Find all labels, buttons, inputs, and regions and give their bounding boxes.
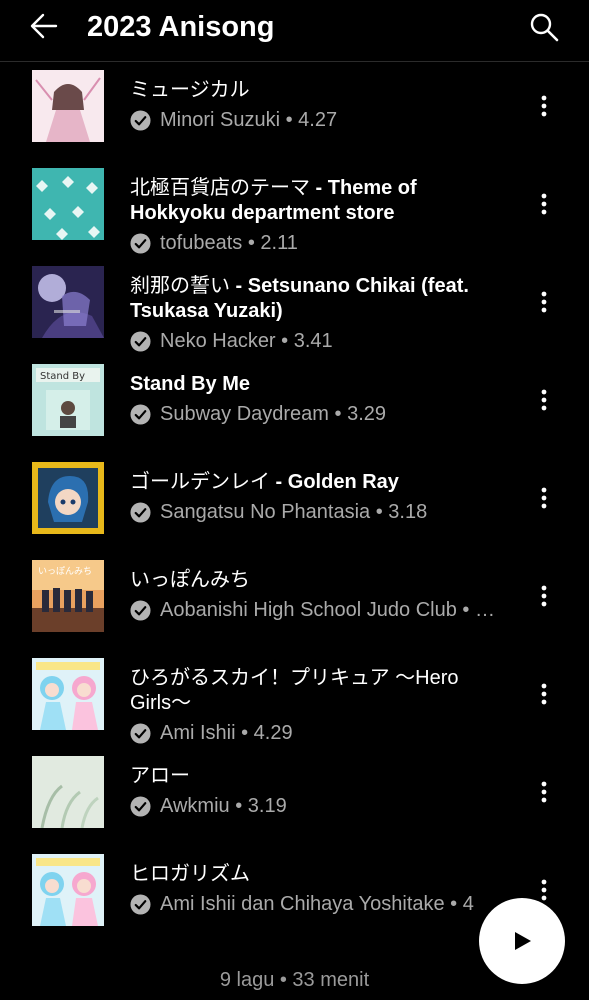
song-row[interactable]: ミュージカル Minori Suzuki • 4.27 bbox=[0, 70, 589, 168]
song-row[interactable]: 刹那の誓い - Setsunano Chikai (feat. Tsukasa … bbox=[0, 266, 589, 364]
song-title: ミュージカル bbox=[130, 78, 510, 103]
play-icon bbox=[515, 932, 531, 950]
arrow-left-icon bbox=[30, 13, 58, 39]
more-vertical-icon bbox=[541, 95, 547, 117]
search-icon bbox=[530, 13, 559, 42]
play-button[interactable] bbox=[479, 898, 565, 984]
song-title-jp: ゴールデンレイ bbox=[130, 471, 270, 493]
song-title: ひろがるスカイ！プリキュア 〜Hero Girls〜 bbox=[130, 666, 510, 716]
song-title: アロー bbox=[130, 764, 510, 789]
song-title-jp: いっぽんみち bbox=[130, 569, 250, 591]
song-text: 北極百貨店のテーマ - Theme of Hokkyoku department… bbox=[130, 176, 510, 255]
song-title-jp: アロー bbox=[130, 765, 190, 787]
song-title: Stand By Me bbox=[130, 372, 510, 397]
verified-check-icon bbox=[130, 330, 151, 352]
song-title-jp: 刹那の誓い bbox=[130, 275, 230, 297]
song-text: いっぽんみち Aobanishi High School Judo Club • … bbox=[130, 568, 510, 622]
more-options-button[interactable] bbox=[530, 484, 558, 512]
song-text: Stand By Me Subway Daydream • 3.29 bbox=[130, 372, 510, 426]
song-text: ミュージカル Minori Suzuki • 4.27 bbox=[130, 78, 510, 132]
more-options-button[interactable] bbox=[530, 92, 558, 120]
more-vertical-icon bbox=[541, 389, 547, 411]
more-options-button[interactable] bbox=[530, 778, 558, 806]
song-title-jp: ミュージカル bbox=[130, 79, 250, 101]
verified-check-icon bbox=[130, 403, 151, 425]
song-title: 刹那の誓い - Setsunano Chikai (feat. Tsukasa … bbox=[130, 274, 510, 324]
artist-duration: Ami Ishii dan Chihaya Yoshitake • 4 bbox=[160, 893, 474, 915]
song-meta: Ami Ishii • 4.29 bbox=[130, 721, 510, 745]
album-cover bbox=[32, 854, 104, 926]
album-cover bbox=[32, 462, 104, 534]
album-cover bbox=[32, 756, 104, 828]
more-vertical-icon bbox=[541, 683, 547, 705]
more-options-button[interactable] bbox=[530, 190, 558, 218]
song-row[interactable]: Stand By Stand By Me Subway Daydream • 3.2… bbox=[0, 364, 589, 462]
song-text: ヒロガリズム Ami Ishii dan Chihaya Yoshitake • … bbox=[130, 862, 510, 916]
album-cover bbox=[32, 658, 104, 730]
verified-check-icon bbox=[130, 795, 151, 817]
song-title: 北極百貨店のテーマ - Theme of Hokkyoku department… bbox=[130, 176, 510, 226]
svg-text:Stand By: Stand By bbox=[40, 371, 85, 382]
song-meta: Subway Daydream • 3.29 bbox=[130, 402, 510, 426]
more-vertical-icon bbox=[541, 193, 547, 215]
more-vertical-icon bbox=[541, 781, 547, 803]
artist-duration: Awkmiu • 3.19 bbox=[160, 795, 287, 817]
verified-check-icon bbox=[130, 599, 151, 621]
artist-duration: tofubeats • 2.11 bbox=[160, 232, 298, 254]
song-title: ゴールデンレイ - Golden Ray bbox=[130, 470, 510, 495]
more-vertical-icon bbox=[541, 585, 547, 607]
page-title: 2023 Anisong bbox=[87, 11, 275, 43]
artist-duration: Ami Ishii • 4.29 bbox=[160, 722, 293, 744]
song-text: 刹那の誓い - Setsunano Chikai (feat. Tsukasa … bbox=[130, 274, 510, 353]
app-header: 2023 Anisong bbox=[0, 0, 589, 62]
svg-text:いっぽんみち: いっぽんみち bbox=[38, 566, 92, 577]
song-meta: Minori Suzuki • 4.27 bbox=[130, 108, 510, 132]
more-vertical-icon bbox=[541, 879, 547, 901]
more-options-button[interactable] bbox=[530, 386, 558, 414]
more-vertical-icon bbox=[541, 291, 547, 313]
more-options-button[interactable] bbox=[530, 680, 558, 708]
artist-duration: Aobanishi High School Judo Club • … bbox=[160, 599, 495, 621]
song-meta: Ami Ishii dan Chihaya Yoshitake • 4 bbox=[130, 892, 510, 916]
song-text: ゴールデンレイ - Golden Ray Sangatsu No Phantasi… bbox=[130, 470, 510, 524]
song-row[interactable]: ひろがるスカイ！プリキュア 〜Hero Girls〜 Ami Ishii • 4.… bbox=[0, 658, 589, 756]
artist-duration: Subway Daydream • 3.29 bbox=[160, 403, 387, 425]
verified-check-icon bbox=[130, 501, 151, 523]
search-button[interactable] bbox=[527, 10, 561, 44]
song-meta: Awkmiu • 3.19 bbox=[130, 794, 510, 818]
song-meta: Neko Hacker • 3.41 bbox=[130, 329, 510, 353]
song-row[interactable]: 北極百貨店のテーマ - Theme of Hokkyoku department… bbox=[0, 168, 589, 266]
song-title-jp: ヒロガリズム bbox=[130, 863, 250, 885]
album-cover bbox=[32, 168, 104, 240]
verified-check-icon bbox=[130, 109, 151, 131]
artist-duration: Neko Hacker • 3.41 bbox=[160, 330, 333, 352]
song-title-en: - Golden Ray bbox=[270, 471, 399, 493]
song-title-jp: 北極百貨店のテーマ bbox=[130, 177, 310, 199]
artist-duration: Minori Suzuki • 4.27 bbox=[160, 109, 338, 131]
back-button[interactable] bbox=[28, 10, 60, 42]
song-meta: tofubeats • 2.11 bbox=[130, 231, 510, 255]
song-title-en: Stand By Me bbox=[130, 373, 251, 395]
album-cover bbox=[32, 266, 104, 338]
verified-check-icon bbox=[130, 893, 151, 915]
song-title-jp: ひろがるスカイ！プリキュア 〜Hero Girls〜 bbox=[130, 667, 459, 714]
song-row[interactable]: いっぽんみち いっぽんみち Aobanishi High School Judo C… bbox=[0, 560, 589, 658]
album-cover bbox=[32, 70, 104, 142]
more-vertical-icon bbox=[541, 487, 547, 509]
song-text: ひろがるスカイ！プリキュア 〜Hero Girls〜 Ami Ishii • 4.… bbox=[130, 666, 510, 745]
verified-check-icon bbox=[130, 232, 151, 254]
song-meta: Aobanishi High School Judo Club • … bbox=[130, 598, 510, 622]
song-meta: Sangatsu No Phantasia • 3.18 bbox=[130, 500, 510, 524]
more-options-button[interactable] bbox=[530, 288, 558, 316]
artist-duration: Sangatsu No Phantasia • 3.18 bbox=[160, 501, 428, 523]
song-text: アロー Awkmiu • 3.19 bbox=[130, 764, 510, 818]
song-title: ヒロガリズム bbox=[130, 862, 510, 887]
more-options-button[interactable] bbox=[530, 582, 558, 610]
song-title: いっぽんみち bbox=[130, 568, 510, 593]
verified-check-icon bbox=[130, 722, 151, 744]
album-cover: Stand By bbox=[32, 364, 104, 436]
song-row[interactable]: ゴールデンレイ - Golden Ray Sangatsu No Phantasi… bbox=[0, 462, 589, 560]
song-row[interactable]: アロー Awkmiu • 3.19 bbox=[0, 756, 589, 854]
album-cover: いっぽんみち bbox=[32, 560, 104, 632]
